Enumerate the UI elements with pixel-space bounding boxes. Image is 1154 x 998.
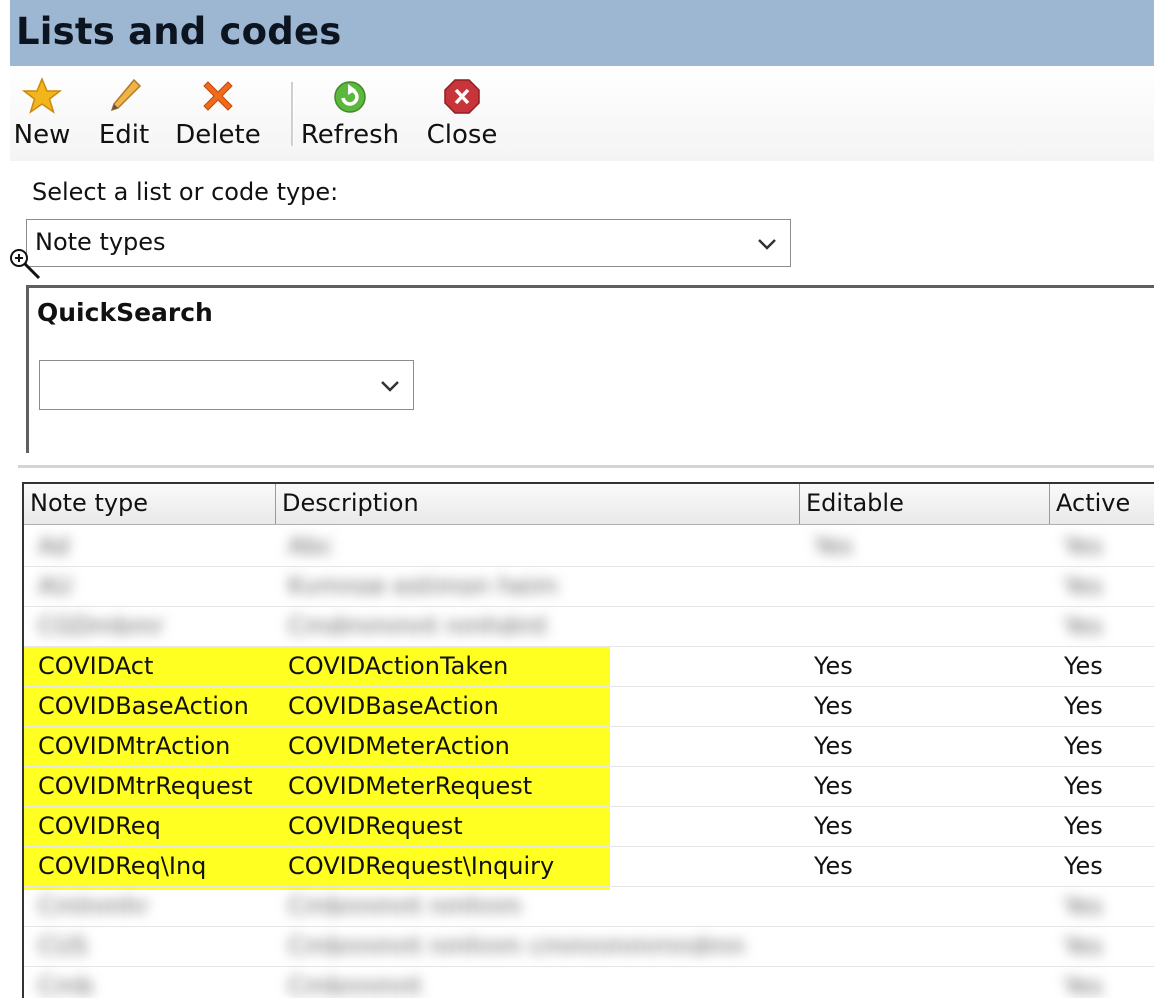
cell-editable: Yes (814, 692, 853, 720)
toolbar: New Edit Delete Refresh Close (10, 66, 1154, 161)
cell-note-type: Cmlnmhr (38, 892, 149, 920)
list-type-select[interactable]: Note types (26, 219, 791, 267)
cell-active: Yes (1064, 932, 1103, 960)
pencil-icon (110, 78, 142, 112)
cell-note-type: COVIDMtrRequest (38, 772, 253, 800)
table-row-redacted[interactable]: CGDmbmr Cmdmmmnt nmhdmt Yes (24, 606, 1154, 647)
chevron-down-icon (758, 239, 776, 250)
cell-active: Yes (1064, 532, 1103, 560)
cell-editable: Yes (814, 852, 853, 880)
cell-active: Yes (1064, 972, 1103, 998)
cell-active: Yes (1064, 892, 1103, 920)
delete-button[interactable]: Delete (174, 76, 262, 150)
cell-note-type: COVIDBaseAction (38, 692, 249, 720)
cell-active: Yes (1064, 772, 1103, 800)
zoom-in-icon (10, 249, 41, 280)
x-icon (203, 81, 233, 111)
cell-active: Yes (1064, 612, 1103, 640)
grid-header: Note type Description Editable Active (24, 484, 1154, 525)
refresh-icon (334, 81, 366, 113)
cell-editable: Yes (814, 772, 853, 800)
table-row-redacted[interactable]: AU Kvmnoe estimon heim Yes (24, 566, 1154, 607)
column-header-editable[interactable]: Editable (800, 484, 1050, 524)
cell-note-type: CUS (38, 932, 88, 960)
close-label: Close (426, 120, 498, 150)
table-row[interactable]: COVIDMtrAction COVIDMeterAction Yes Yes (24, 726, 1154, 767)
cell-active: Yes (1064, 812, 1103, 840)
cell-active: Yes (1064, 652, 1103, 680)
star-icon (22, 77, 62, 114)
chevron-down-icon (381, 381, 399, 392)
table-row-redacted[interactable]: Ad Abc Yes Yes (24, 526, 1154, 567)
cell-active: Yes (1064, 852, 1103, 880)
table-row[interactable]: COVIDMtrRequest COVIDMeterRequest Yes Yes (24, 766, 1154, 807)
cell-description: Abc (288, 532, 333, 560)
cell-active: Yes (1064, 732, 1103, 760)
new-label: New (13, 120, 71, 150)
cell-editable: Yes (814, 812, 853, 840)
delete-label: Delete (175, 120, 261, 150)
table-row[interactable]: COVIDAct COVIDActionTaken Yes Yes (24, 646, 1154, 687)
cell-description: Cmbnnmnt (288, 972, 422, 998)
cell-description: COVIDMeterRequest (288, 772, 533, 800)
panel-divider (18, 465, 1154, 468)
toolbar-separator (291, 82, 294, 146)
cell-note-type: Cmb (38, 972, 94, 998)
cell-active: Yes (1064, 572, 1103, 600)
column-header-description[interactable]: Description (276, 484, 800, 524)
cell-note-type: AU (38, 572, 72, 600)
close-icon (444, 79, 480, 114)
cell-note-type: COVIDReq (38, 812, 161, 840)
column-header-note-type[interactable]: Note type (24, 484, 276, 524)
table-row-redacted[interactable]: Cmb Cmbnnmnt Yes (24, 966, 1154, 998)
table-row[interactable]: COVIDReq COVIDRequest Yes Yes (24, 806, 1154, 847)
quicksearch-title: QuickSearch (37, 298, 213, 327)
cell-note-type: CGDmbmr (38, 612, 164, 640)
table-row-redacted[interactable]: Cmlnmhr Cmbnnmnt nmhnm Yes (24, 886, 1154, 927)
cell-description: Cmbnnmnt nmhnm (288, 892, 522, 920)
refresh-button[interactable]: Refresh (300, 76, 400, 150)
cell-note-type: COVIDAct (38, 652, 154, 680)
note-types-grid: Note type Description Editable Active Ad… (22, 482, 1154, 998)
table-row[interactable]: COVIDReq\Inq COVIDRequest\Inquiry Yes Yes (24, 846, 1154, 887)
cell-description: Cmbnnmnt nmhnm cmmnmmrnndmn (288, 932, 746, 960)
new-button[interactable]: New (12, 76, 72, 150)
cell-active: Yes (1064, 692, 1103, 720)
cell-editable: Yes (814, 732, 853, 760)
refresh-label: Refresh (300, 120, 400, 150)
edit-label: Edit (98, 120, 150, 150)
cell-description: COVIDBaseAction (288, 692, 499, 720)
cell-description: COVIDRequest\Inquiry (288, 852, 555, 880)
window-title: Lists and codes (16, 10, 342, 53)
column-header-active[interactable]: Active (1050, 484, 1154, 524)
cell-description: Cmdmmmnt nmhdmt (288, 612, 548, 640)
table-row[interactable]: COVIDBaseAction COVIDBaseAction Yes Yes (24, 686, 1154, 727)
cell-description: COVIDMeterAction (288, 732, 510, 760)
cell-note-type: COVIDReq\Inq (38, 852, 207, 880)
table-row-redacted[interactable]: CUS Cmbnnmnt nmhnm cmmnmmrnndmn Yes (24, 926, 1154, 967)
cell-description: Kvmnoe estimon heim (288, 572, 558, 600)
list-type-label: Select a list or code type: (32, 178, 339, 206)
cell-editable: Yes (814, 532, 853, 560)
title-bar: Lists and codes (10, 0, 1154, 66)
cell-note-type: COVIDMtrAction (38, 732, 231, 760)
close-button[interactable]: Close (424, 76, 500, 150)
edit-button[interactable]: Edit (94, 76, 154, 150)
quicksearch-panel: QuickSearch (26, 285, 1154, 453)
cell-editable: Yes (814, 652, 853, 680)
cell-note-type: Ad (38, 532, 70, 560)
quicksearch-select[interactable] (39, 360, 414, 410)
list-type-value: Note types (35, 228, 166, 256)
cell-description: COVIDRequest (288, 812, 463, 840)
cell-description: COVIDActionTaken (288, 652, 509, 680)
